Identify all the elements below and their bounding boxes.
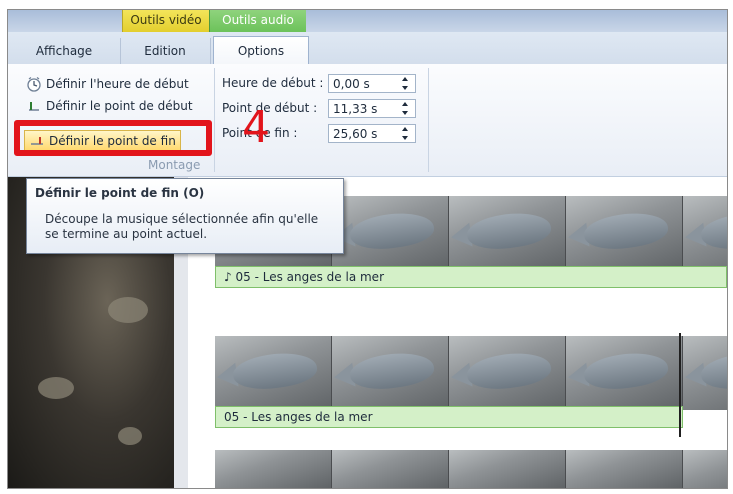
set-start-time-label: Définir l'heure de début <box>46 77 189 91</box>
video-frame <box>215 336 332 410</box>
playhead[interactable] <box>679 333 681 437</box>
start-time-label: Heure de début : <box>222 76 324 90</box>
spinner-arrows-icon[interactable] <box>401 101 409 116</box>
ribbon-tab-row: Affichage Edition Options <box>8 32 727 66</box>
spinner-arrows-icon[interactable] <box>401 76 409 91</box>
set-start-time-button[interactable]: Définir l'heure de début <box>26 74 189 94</box>
contextual-tab-audio-label: Outils audio <box>222 13 294 27</box>
group-label-montage: Montage <box>148 158 201 172</box>
video-frame <box>449 336 566 410</box>
video-clip-strip[interactable] <box>215 336 727 410</box>
video-frame <box>683 336 727 410</box>
start-time-value: 0,00 s <box>333 77 370 91</box>
video-frame <box>566 196 683 270</box>
end-point-spinner[interactable]: 25,60 s <box>328 124 416 143</box>
preview-texture <box>108 297 148 323</box>
video-frame <box>566 450 683 488</box>
tab-options-label: Options <box>237 44 285 58</box>
spinner-arrows-icon[interactable] <box>401 126 409 141</box>
music-note-icon: ♪ <box>224 270 232 284</box>
video-frame <box>332 450 449 488</box>
video-frame <box>332 196 449 270</box>
step-number: 4 <box>242 102 270 153</box>
clock-icon <box>27 76 41 92</box>
video-frame <box>449 196 566 270</box>
video-frame <box>449 450 566 488</box>
tab-edition[interactable]: Edition <box>120 38 211 64</box>
start-point-value: 11,33 s <box>333 102 378 116</box>
set-start-point-label: Définir le point de début <box>46 99 193 113</box>
group-separator <box>428 68 429 172</box>
contextual-tab-video-label: Outils vidéo <box>130 13 202 27</box>
highlight-box <box>14 120 212 156</box>
preview-texture <box>118 427 142 445</box>
title-bar <box>8 10 727 32</box>
start-point-icon <box>29 102 39 111</box>
tab-options[interactable]: Options <box>213 36 309 66</box>
video-clip-strip[interactable] <box>215 450 727 488</box>
group-separator <box>214 68 215 172</box>
video-frame <box>683 196 727 270</box>
tooltip-set-end-point: Définir le point de fin (O) Découpe la m… <box>26 178 344 254</box>
audio-clip-label: 05 - Les anges de la mer <box>224 410 373 424</box>
contextual-tab-video-tools[interactable]: Outils vidéo <box>122 10 209 32</box>
video-frame <box>332 336 449 410</box>
tab-edition-label: Edition <box>144 44 186 58</box>
audio-clip-track-1[interactable]: ♪ 05 - Les anges de la mer <box>215 266 727 288</box>
app-window: Outils vidéo Outils audio Affichage Edit… <box>7 9 728 489</box>
end-point-value: 25,60 s <box>333 127 378 141</box>
start-time-spinner[interactable]: 0,00 s <box>328 74 416 93</box>
video-frame <box>566 336 683 410</box>
start-point-spinner[interactable]: 11,33 s <box>328 99 416 118</box>
preview-texture <box>38 377 74 399</box>
contextual-tab-audio-tools[interactable]: Outils audio <box>209 10 306 32</box>
tooltip-body: Découpe la musique sélectionnée afin qu'… <box>45 212 319 241</box>
set-start-point-button[interactable]: Définir le point de début <box>26 96 193 116</box>
video-frame <box>683 450 727 488</box>
audio-clip-track-2[interactable]: 05 - Les anges de la mer <box>215 406 683 428</box>
tab-affichage-label: Affichage <box>35 44 93 58</box>
video-frame <box>215 450 332 488</box>
tab-affichage[interactable]: Affichage <box>8 38 121 64</box>
tooltip-title: Définir le point de fin (O) <box>35 186 205 200</box>
audio-clip-label: 05 - Les anges de la mer <box>235 270 385 284</box>
